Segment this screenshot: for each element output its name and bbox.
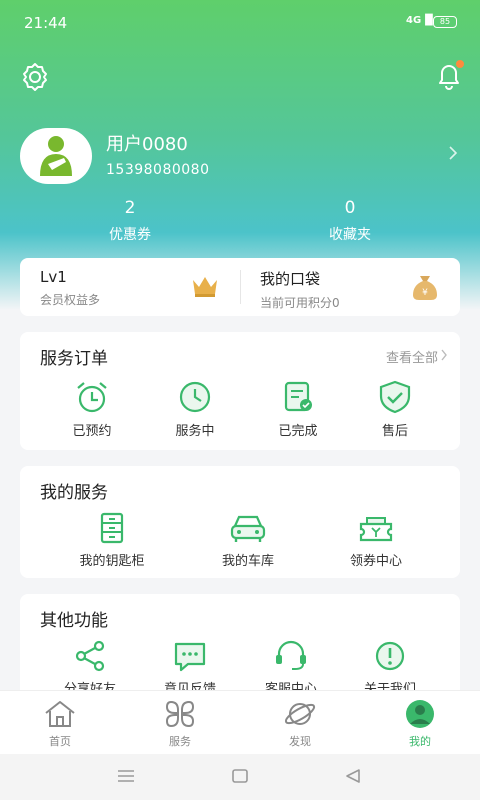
service-key-locker-label: 我的钥匙柜 <box>79 554 145 569</box>
user-avatar-icon <box>40 136 72 176</box>
view-all-link[interactable]: 查看全部 <box>386 347 438 366</box>
share-icon <box>75 640 105 672</box>
crown-icon <box>193 277 217 297</box>
order-booked[interactable]: 已预约 <box>42 380 142 439</box>
service-coupon-center-label: 领券中心 <box>349 554 402 569</box>
coupon-label: 优惠券 <box>109 227 151 243</box>
status-time: 21:44 <box>24 14 68 32</box>
service-orders-title: 服务订单 <box>40 349 108 369</box>
locker-icon <box>100 512 124 544</box>
service-key-locker[interactable]: 我的钥匙柜 <box>62 512 162 569</box>
battery-indicator: 85 <box>433 16 457 28</box>
phone-number: 15398080080 <box>106 162 210 178</box>
menu-icon[interactable] <box>116 768 136 784</box>
car-icon <box>230 515 266 542</box>
chat-icon <box>174 642 206 672</box>
gear-icon[interactable] <box>18 60 52 94</box>
planet-icon <box>284 703 316 725</box>
notification-dot <box>456 60 464 68</box>
coupon-icon <box>359 517 393 542</box>
tab-services-label: 服务 <box>169 735 191 748</box>
document-check-icon <box>284 381 312 412</box>
order-after-sales-label: 售后 <box>381 424 408 439</box>
tab-discover-label: 发现 <box>289 735 311 748</box>
alarm-clock-icon <box>77 382 107 413</box>
service-garage-label: 我的车库 <box>221 554 274 569</box>
avatar[interactable] <box>20 128 92 184</box>
info-icon <box>375 641 405 671</box>
about-us[interactable]: 关于我们 <box>340 640 440 697</box>
feedback[interactable]: 意见反馈 <box>140 640 240 697</box>
order-completed[interactable]: 已完成 <box>248 380 348 439</box>
tab-mine-label: 我的 <box>409 735 431 748</box>
favorites-count: 0 <box>344 198 356 218</box>
home-icon <box>45 701 75 727</box>
my-services-card: 我的服务 我的钥匙柜 我的车库 领券中心 <box>20 466 460 578</box>
order-after-sales[interactable]: 售后 <box>345 380 445 439</box>
other-functions-title: 其他功能 <box>40 611 108 631</box>
tab-mine[interactable]: 我的 <box>375 699 465 749</box>
member-level-entry[interactable]: Lv1 会员权益多 <box>40 268 100 308</box>
tab-home[interactable]: 首页 <box>15 699 105 749</box>
tab-services[interactable]: 服务 <box>135 699 225 749</box>
svg-text:¥: ¥ <box>422 288 428 298</box>
tab-home-label: 首页 <box>49 735 71 748</box>
username[interactable]: 用户0080 <box>106 130 188 156</box>
chevron-right-icon[interactable] <box>448 145 458 161</box>
status-bar: 21:44 4G▐▌ 85 <box>0 0 480 44</box>
money-bag-icon: ¥ <box>413 276 437 300</box>
tab-discover[interactable]: 发现 <box>255 699 345 749</box>
order-in-service-label: 服务中 <box>175 424 215 439</box>
my-pocket-entry[interactable]: 我的口袋 当前可用积分0 <box>260 268 340 311</box>
clock-icon <box>179 381 211 413</box>
share-friends[interactable]: 分享好友 <box>40 640 140 697</box>
user-icon <box>406 700 434 728</box>
member-level-subtitle: 会员权益多 <box>40 293 101 307</box>
order-completed-label: 已完成 <box>278 424 318 439</box>
chevron-right-icon[interactable] <box>440 349 448 361</box>
order-in-service[interactable]: 服务中 <box>145 380 245 439</box>
wallet-card: Lv1 会员权益多 我的口袋 当前可用积分0 ¥ <box>20 258 460 316</box>
wallet-divider <box>240 270 241 304</box>
grid-icon <box>165 700 195 728</box>
member-level: Lv1 <box>40 268 67 286</box>
order-booked-label: 已预约 <box>72 424 112 439</box>
home-button-icon[interactable] <box>231 768 249 784</box>
service-orders-card: 服务订单 查看全部 已预约 服务中 已完成 售后 <box>20 332 460 450</box>
back-icon[interactable] <box>344 768 362 784</box>
service-coupon-center[interactable]: 领券中心 <box>326 512 426 569</box>
my-services-title: 我的服务 <box>40 483 108 503</box>
shield-check-icon <box>379 380 411 414</box>
bottom-tab-bar: 首页 服务 发现 我的 <box>0 690 480 754</box>
coupon-count: 2 <box>124 198 136 218</box>
signal-indicator: 4G▐▌ <box>406 15 437 26</box>
coupon-stat[interactable]: 2 优惠券 <box>60 198 200 244</box>
system-navigation-bar <box>0 754 480 800</box>
other-functions-card: 其他功能 分享好友 意见反馈 客服中心 关于我们 <box>20 594 460 704</box>
customer-service[interactable]: 客服中心 <box>241 640 341 697</box>
favorites-stat[interactable]: 0 收藏夹 <box>280 198 420 244</box>
my-pocket-subtitle: 当前可用积分0 <box>260 296 340 310</box>
my-pocket-title: 我的口袋 <box>260 270 321 288</box>
favorites-label: 收藏夹 <box>329 227 371 243</box>
headset-icon <box>276 640 306 670</box>
service-garage[interactable]: 我的车库 <box>198 512 298 569</box>
